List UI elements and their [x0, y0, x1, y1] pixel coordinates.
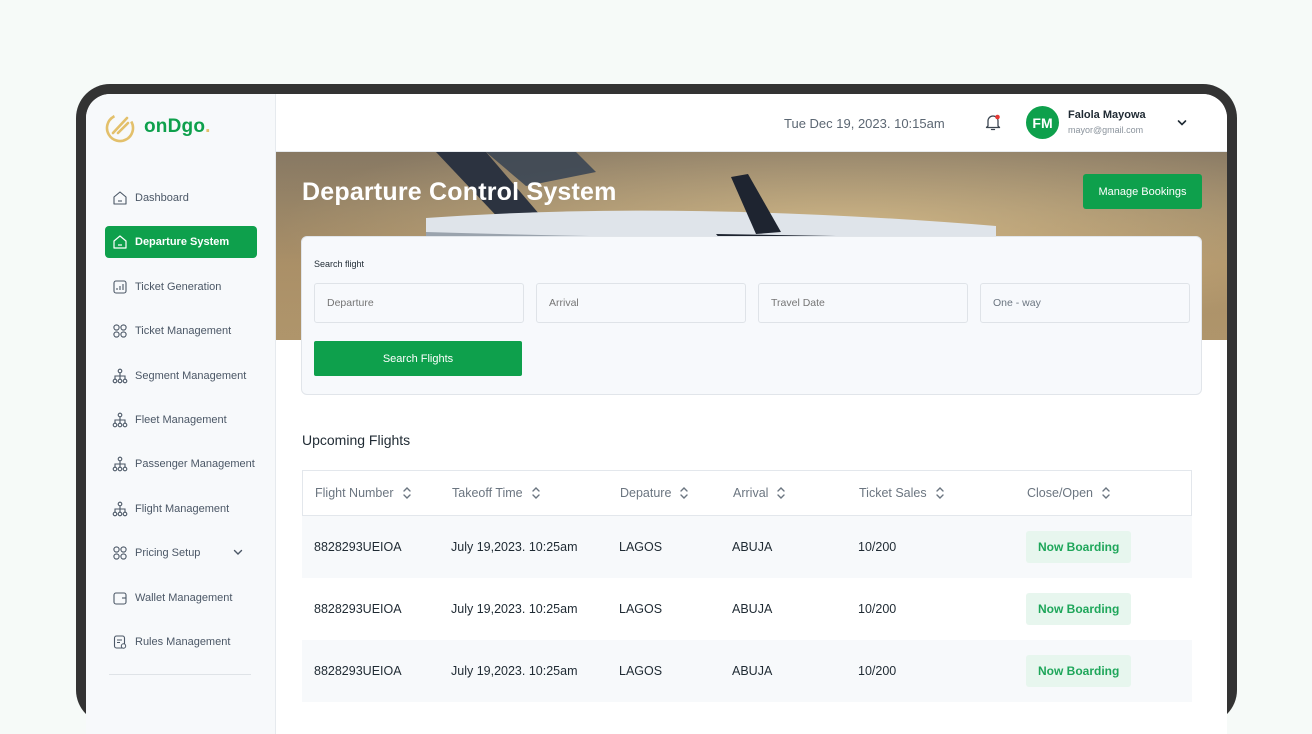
sort-icon[interactable]: [776, 486, 786, 500]
search-flight-card: Search flight One - way Search Flights: [301, 236, 1202, 395]
arrival-input[interactable]: [536, 283, 746, 323]
sidebar-item-label: Passenger Management: [135, 458, 255, 471]
logo-icon: [105, 113, 135, 143]
user-email: mayor@gmail.com: [1068, 125, 1144, 135]
wallet-icon: [111, 589, 129, 607]
trip-type-select[interactable]: One - way: [980, 283, 1190, 323]
chevron-down-icon[interactable]: [1176, 116, 1188, 134]
ticket-sales-cell: 10/200: [858, 602, 897, 616]
ticket-sales-cell: 10/200: [858, 540, 897, 554]
table-row[interactable]: 8828293UEIOA July 19,2023. 10:25am LAGOS…: [302, 516, 1192, 578]
departure-cell: LAGOS: [619, 602, 663, 616]
sidebar-item-label: Wallet Management: [135, 591, 233, 604]
chart-icon: [111, 278, 129, 296]
table-row[interactable]: 8828293UEIOA July 19,2023. 10:25am LAGOS…: [302, 640, 1192, 702]
arrival-cell: ABUJA: [732, 540, 773, 554]
sidebar-item-departure-system[interactable]: Departure System: [105, 226, 257, 259]
departure-input[interactable]: [314, 283, 524, 323]
departure-cell: LAGOS: [619, 540, 663, 554]
status-badge[interactable]: Now Boarding: [1026, 655, 1132, 687]
sidebar-item-segment-management[interactable]: Segment Management: [105, 360, 257, 392]
departure-cell: LAGOS: [619, 664, 663, 678]
home-icon: [111, 189, 129, 207]
column-header-arrival[interactable]: Arrival: [721, 486, 847, 500]
sidebar-item-label: Ticket Generation: [135, 280, 222, 293]
sort-icon[interactable]: [935, 486, 945, 500]
sort-icon[interactable]: [679, 486, 689, 500]
status-cell: Now Boarding: [1014, 593, 1184, 625]
sidebar-item-passenger-management[interactable]: Passenger Management: [105, 448, 257, 480]
status-badge[interactable]: Now Boarding: [1026, 593, 1132, 625]
upcoming-flights-title: Upcoming Flights: [302, 432, 411, 448]
takeoff-time-cell: July 19,2023. 10:25am: [451, 602, 578, 616]
sidebar-item-label: Dashboard: [135, 192, 189, 204]
table-body: 8828293UEIOA July 19,2023. 10:25am LAGOS…: [302, 516, 1192, 702]
column-header-ticket-sales[interactable]: Ticket Sales: [847, 486, 1015, 500]
sidebar-item-label: Departure System: [135, 236, 230, 249]
sidebar-item-label: Flight Management: [135, 502, 230, 515]
grid-icon: [111, 544, 129, 562]
sidebar-item-dashboard[interactable]: Dashboard: [105, 182, 257, 214]
chevron-down-icon[interactable]: [233, 547, 243, 560]
search-flights-button[interactable]: Search Flights: [314, 341, 522, 376]
sidebar-item-wallet-management[interactable]: Wallet Management: [105, 582, 257, 614]
hierarchy-icon: [111, 367, 129, 385]
home-icon: [111, 233, 129, 251]
sort-icon[interactable]: [402, 486, 412, 500]
flight-number-cell: 8828293UEIOA: [314, 602, 402, 616]
sidebar-item-ticket-management[interactable]: Ticket Management: [105, 315, 257, 347]
column-header-close-open[interactable]: Close/Open: [1015, 486, 1185, 500]
sidebar: onDgo. Dashboard Departure System Ticket…: [86, 94, 276, 734]
sidebar-item-label: Fleet Management: [135, 413, 227, 426]
flight-number-cell: 8828293UEIOA: [314, 664, 402, 678]
search-flight-label: Search flight: [314, 259, 365, 269]
ticket-sales-cell: 10/200: [858, 664, 897, 678]
sidebar-divider: [109, 674, 251, 675]
table-header: Flight Number Takeoff Time Depature Arri…: [302, 470, 1192, 516]
sidebar-item-flight-management[interactable]: Flight Management: [105, 493, 257, 525]
page-title: Departure Control System: [302, 178, 617, 206]
document-icon: [111, 633, 129, 651]
table-row[interactable]: 8828293UEIOA July 19,2023. 10:25am LAGOS…: [302, 578, 1192, 640]
sidebar-item-label: Pricing Setup: [135, 547, 201, 560]
takeoff-time-cell: July 19,2023. 10:25am: [451, 540, 578, 554]
notification-bell-icon[interactable]: [983, 112, 1003, 132]
sidebar-item-label: Rules Management: [135, 635, 231, 648]
flight-number-cell: 8828293UEIOA: [314, 540, 402, 554]
trip-type-value: One - way: [993, 297, 1041, 309]
device-frame: onDgo. Dashboard Departure System Ticket…: [76, 84, 1237, 734]
column-header-departure[interactable]: Depature: [608, 486, 721, 500]
current-datetime: Tue Dec 19, 2023. 10:15am: [784, 116, 945, 131]
hierarchy-icon: [111, 411, 129, 429]
sidebar-item-label: Ticket Management: [135, 325, 232, 338]
status-cell: Now Boarding: [1014, 655, 1184, 687]
top-header: Tue Dec 19, 2023. 10:15am FM Falola Mayo…: [276, 94, 1227, 152]
avatar[interactable]: FM: [1026, 106, 1059, 139]
sidebar-item-rules-management[interactable]: Rules Management: [105, 626, 257, 658]
flights-table: Flight Number Takeoff Time Depature Arri…: [302, 470, 1192, 702]
sidebar-item-pricing-setup[interactable]: Pricing Setup: [105, 537, 257, 569]
hierarchy-icon: [111, 500, 129, 518]
status-badge[interactable]: Now Boarding: [1026, 531, 1132, 563]
sort-icon[interactable]: [1101, 486, 1111, 500]
column-header-takeoff-time[interactable]: Takeoff Time: [440, 486, 608, 500]
arrival-cell: ABUJA: [732, 664, 773, 678]
takeoff-time-cell: July 19,2023. 10:25am: [451, 664, 578, 678]
manage-bookings-button[interactable]: Manage Bookings: [1083, 174, 1202, 209]
column-header-flight-number[interactable]: Flight Number: [303, 486, 440, 500]
sort-icon[interactable]: [531, 486, 541, 500]
travel-date-input[interactable]: [758, 283, 968, 323]
sidebar-item-fleet-management[interactable]: Fleet Management: [105, 404, 257, 436]
hierarchy-icon: [111, 455, 129, 473]
brand-logo[interactable]: onDgo.: [104, 111, 211, 143]
brand-name: onDgo.: [144, 116, 211, 137]
user-name: Falola Mayowa: [1068, 109, 1146, 121]
arrival-cell: ABUJA: [732, 602, 773, 616]
sidebar-nav: Dashboard Departure System Ticket Genera…: [105, 182, 257, 670]
status-cell: Now Boarding: [1014, 531, 1184, 563]
app-screen: onDgo. Dashboard Departure System Ticket…: [86, 94, 1227, 734]
grid-icon: [111, 322, 129, 340]
sidebar-item-ticket-generation[interactable]: Ticket Generation: [105, 271, 257, 303]
sidebar-item-label: Segment Management: [135, 369, 247, 382]
